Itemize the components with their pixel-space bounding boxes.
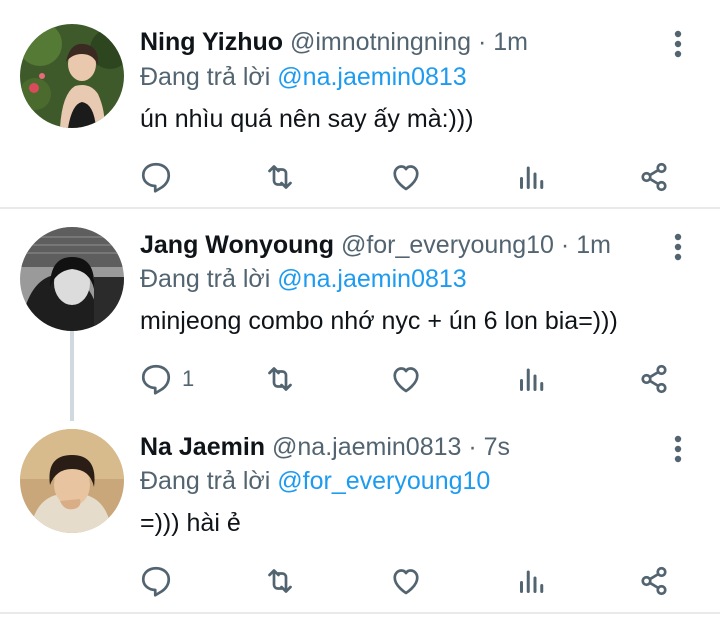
separator-dot: ·: [478, 28, 487, 56]
avatar[interactable]: [20, 429, 124, 533]
author-name[interactable]: Ning Yizhuo: [140, 28, 283, 56]
like-button[interactable]: [388, 157, 424, 197]
retweet-icon: [262, 563, 298, 599]
reply-icon: [138, 159, 174, 195]
replying-to: Đang trả lời @na.jaemin0813: [140, 264, 467, 294]
avatar[interactable]: [20, 24, 124, 128]
action-bar: [138, 157, 698, 197]
reply-icon: [138, 563, 174, 599]
separator-dot: ·: [468, 433, 477, 461]
share-icon: [636, 361, 672, 397]
analytics-button[interactable]: [514, 561, 550, 601]
like-icon: [388, 159, 424, 195]
tweet[interactable]: Na Jaemin @na.jaemin0813 · 7s Đang trả l…: [0, 411, 720, 612]
avatar[interactable]: [20, 227, 124, 331]
like-button[interactable]: [388, 359, 424, 399]
tweet[interactable]: Jang Wonyoung @for_everyoung10 · 1m Đang…: [0, 209, 720, 421]
author-name[interactable]: Jang Wonyoung: [140, 231, 334, 259]
replying-to-label: Đang trả lời: [140, 265, 271, 293]
share-icon: [636, 159, 672, 195]
tweet-text: =))) hài ẻ: [140, 509, 241, 537]
replying-to: Đang trả lời @for_everyoung10: [140, 466, 490, 496]
analytics-button[interactable]: [514, 157, 550, 197]
reply-button[interactable]: 1: [138, 359, 194, 399]
reply-button[interactable]: [138, 157, 182, 197]
retweet-icon: [262, 361, 298, 397]
thread-line: [70, 331, 74, 421]
reply-count: 1: [182, 366, 195, 391]
divider: [0, 612, 720, 614]
replying-to-label: Đang trả lời: [140, 63, 271, 91]
retweet-button[interactable]: [262, 359, 298, 399]
replying-to-label: Đang trả lời: [140, 467, 271, 495]
more-icon[interactable]: [664, 24, 692, 64]
tweet-text: minjeong combo nhớ nyc + ún 6 lon bia=))…: [140, 307, 618, 335]
timestamp[interactable]: 1m: [493, 28, 528, 56]
like-icon: [388, 563, 424, 599]
reply-mention-link[interactable]: @na.jaemin0813: [277, 265, 466, 293]
author-handle[interactable]: @na.jaemin0813: [272, 433, 461, 461]
share-icon: [636, 563, 672, 599]
author-handle[interactable]: @imnotningning: [290, 28, 471, 56]
like-button[interactable]: [388, 561, 424, 601]
retweet-button[interactable]: [262, 157, 298, 197]
timestamp[interactable]: 7s: [484, 433, 510, 461]
share-button[interactable]: [636, 359, 672, 399]
like-icon: [388, 361, 424, 397]
author-name[interactable]: Na Jaemin: [140, 433, 265, 461]
retweet-icon: [262, 159, 298, 195]
timestamp[interactable]: 1m: [576, 231, 611, 259]
analytics-button[interactable]: [514, 359, 550, 399]
more-icon[interactable]: [664, 429, 692, 469]
analytics-icon: [514, 361, 550, 397]
action-bar: [138, 561, 698, 601]
reply-mention-link[interactable]: @na.jaemin0813: [277, 63, 466, 91]
replying-to: Đang trả lời @na.jaemin0813: [140, 62, 467, 92]
reply-icon: [138, 361, 174, 397]
author-handle[interactable]: @for_everyoung10: [341, 231, 554, 259]
analytics-icon: [514, 563, 550, 599]
reply-mention-link[interactable]: @for_everyoung10: [277, 467, 490, 495]
more-icon[interactable]: [664, 227, 692, 267]
tweet-text: ún nhìu quá nên say ấy mà:))): [140, 105, 474, 133]
retweet-button[interactable]: [262, 561, 298, 601]
separator-dot: ·: [560, 231, 570, 259]
action-bar: 1: [138, 359, 698, 399]
analytics-icon: [514, 159, 550, 195]
share-button[interactable]: [636, 561, 672, 601]
share-button[interactable]: [636, 157, 672, 197]
tweet[interactable]: Ning Yizhuo @imnotningning · 1m Đang trả…: [0, 0, 720, 208]
reply-button[interactable]: [138, 561, 182, 601]
